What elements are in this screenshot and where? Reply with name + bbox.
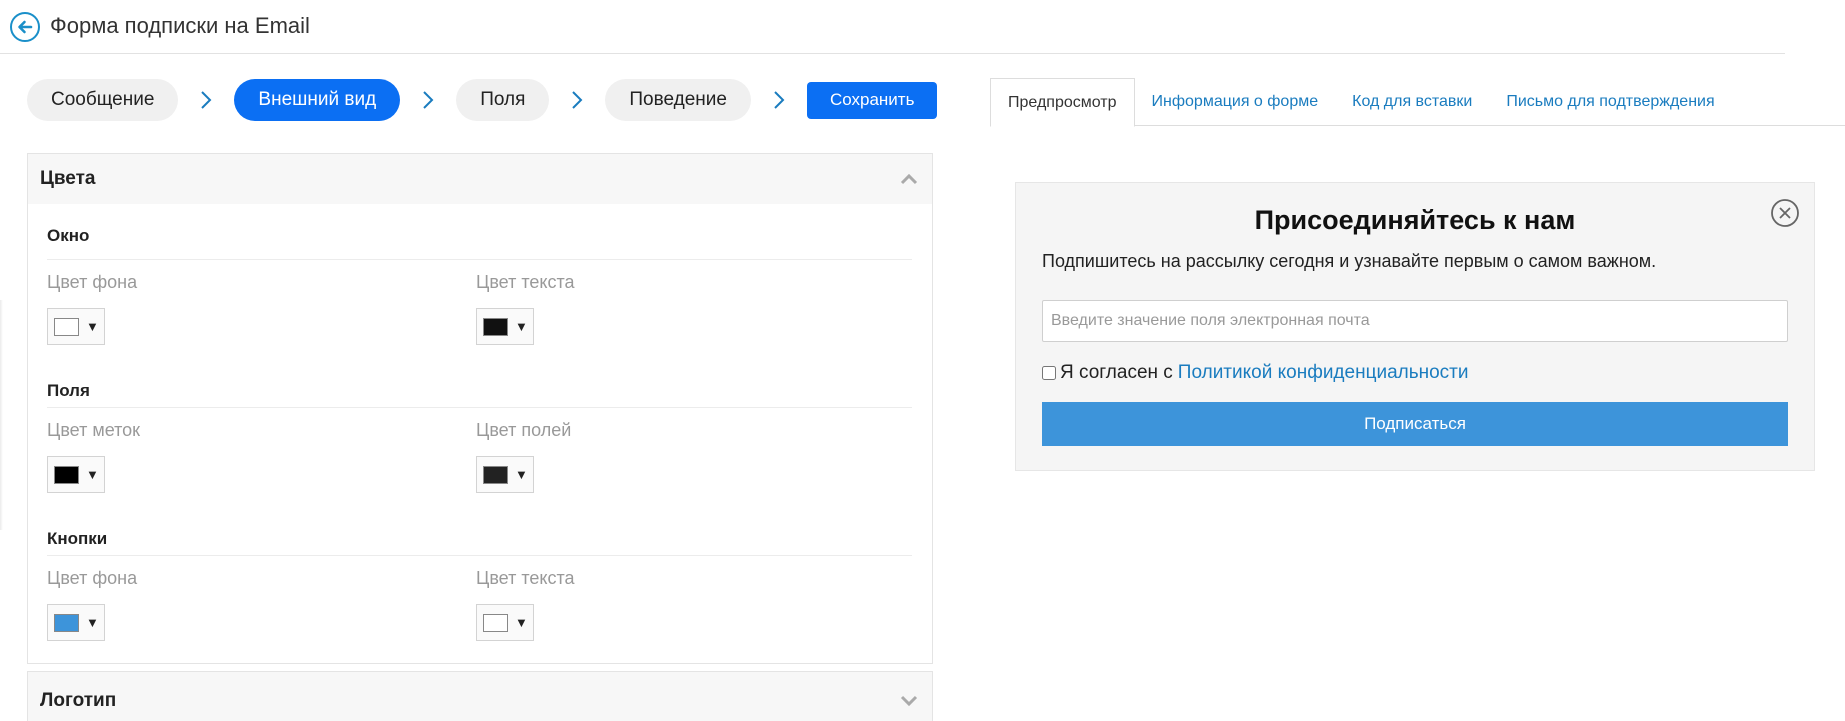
chevron-right-icon [751, 90, 807, 110]
tab-embed-code[interactable]: Код для вставки [1335, 78, 1489, 126]
page-header: Форма подписки на Email [0, 0, 1785, 54]
color-label: Цвет меток [47, 420, 141, 440]
color-picker-window-text[interactable]: ▼ [476, 308, 534, 345]
step-behavior[interactable]: Поведение [605, 79, 751, 121]
tab-form-info[interactable]: Информация о форме [1135, 78, 1336, 126]
color-swatch [483, 465, 508, 484]
color-row: Цвет меток ▼ Цвет полей ▼ [47, 408, 912, 497]
page-title: Форма подписки на Email [50, 13, 310, 38]
color-swatch [483, 613, 508, 632]
save-button[interactable]: Сохранить [806, 81, 938, 119]
wizard-steps: Сообщение Внешний вид Поля Поведение Сох… [27, 79, 938, 121]
consent-row: Я согласен с Политикой конфиденциальност… [1042, 362, 1469, 384]
color-swatch [54, 613, 79, 632]
color-row: Цвет фона ▼ Цвет текста ▼ [47, 556, 912, 645]
consent-text: Я согласен с [1060, 362, 1173, 383]
logo-panel-title: Логотип [40, 690, 117, 711]
caret-down-icon: ▼ [86, 467, 99, 482]
privacy-policy-link[interactable]: Политикой конфиденциальности [1178, 362, 1469, 384]
color-picker-button-text[interactable]: ▼ [476, 604, 534, 641]
caret-down-icon: ▼ [86, 319, 99, 334]
caret-down-icon: ▼ [86, 615, 99, 630]
tab-preview[interactable]: Предпросмотр [990, 78, 1135, 127]
chevron-right-icon [549, 90, 605, 110]
color-swatch [54, 317, 79, 336]
color-label: Цвет фона [47, 568, 138, 588]
tab-confirmation-email[interactable]: Письмо для подтверждения [1489, 78, 1731, 126]
color-label: Цвет полей [476, 420, 572, 440]
color-picker-window-bg[interactable]: ▼ [47, 308, 105, 345]
section-title-buttons: Кнопки [47, 497, 912, 556]
arrow-left-icon [18, 20, 33, 34]
color-picker-fields[interactable]: ▼ [476, 456, 534, 493]
colors-panel-header[interactable]: Цвета [28, 154, 932, 204]
color-label: Цвет фона [47, 272, 138, 292]
consent-checkbox[interactable] [1042, 366, 1056, 380]
caret-down-icon: ▼ [515, 467, 528, 482]
preview-title: Присоединяйтесь к нам [1254, 205, 1576, 235]
back-button[interactable] [10, 12, 40, 42]
color-swatch [54, 465, 79, 484]
color-picker-labels[interactable]: ▼ [47, 456, 105, 493]
chevron-up-icon[interactable] [900, 173, 918, 185]
preview-subtitle: Подпишитесь на рассылку сегодня и узнава… [1042, 251, 1657, 271]
section-title-fields: Поля [47, 349, 912, 408]
chevron-down-icon[interactable] [900, 695, 918, 707]
color-swatch [483, 317, 508, 336]
colors-panel-title: Цвета [40, 168, 96, 189]
color-row: Цвет фона ▼ Цвет текста ▼ [47, 260, 912, 349]
caret-down-icon: ▼ [515, 615, 528, 630]
caret-down-icon: ▼ [515, 319, 528, 334]
step-appearance[interactable]: Внешний вид [234, 79, 401, 121]
email-field[interactable] [1042, 300, 1788, 342]
color-label: Цвет текста [476, 568, 575, 588]
chevron-right-icon [400, 90, 456, 110]
step-message[interactable]: Сообщение [27, 79, 179, 121]
chevron-right-icon [178, 90, 234, 110]
section-title-window: Окно [47, 204, 912, 260]
color-label: Цвет текста [476, 272, 575, 292]
left-edge-shadow [0, 300, 3, 530]
color-picker-button-bg[interactable]: ▼ [47, 604, 105, 641]
preview-tabs: Предпросмотр Информация о форме Код для … [990, 78, 1845, 127]
step-fields[interactable]: Поля [456, 79, 550, 121]
subscribe-button[interactable]: Подписаться [1042, 402, 1788, 446]
form-preview: Присоединяйтесь к нам Подпишитесь на рас… [1015, 182, 1815, 471]
colors-panel: Цвета Окно Цвет фона ▼ Цвет текста ▼ Пол… [27, 153, 933, 664]
logo-panel-header[interactable]: Логотип [27, 671, 933, 721]
